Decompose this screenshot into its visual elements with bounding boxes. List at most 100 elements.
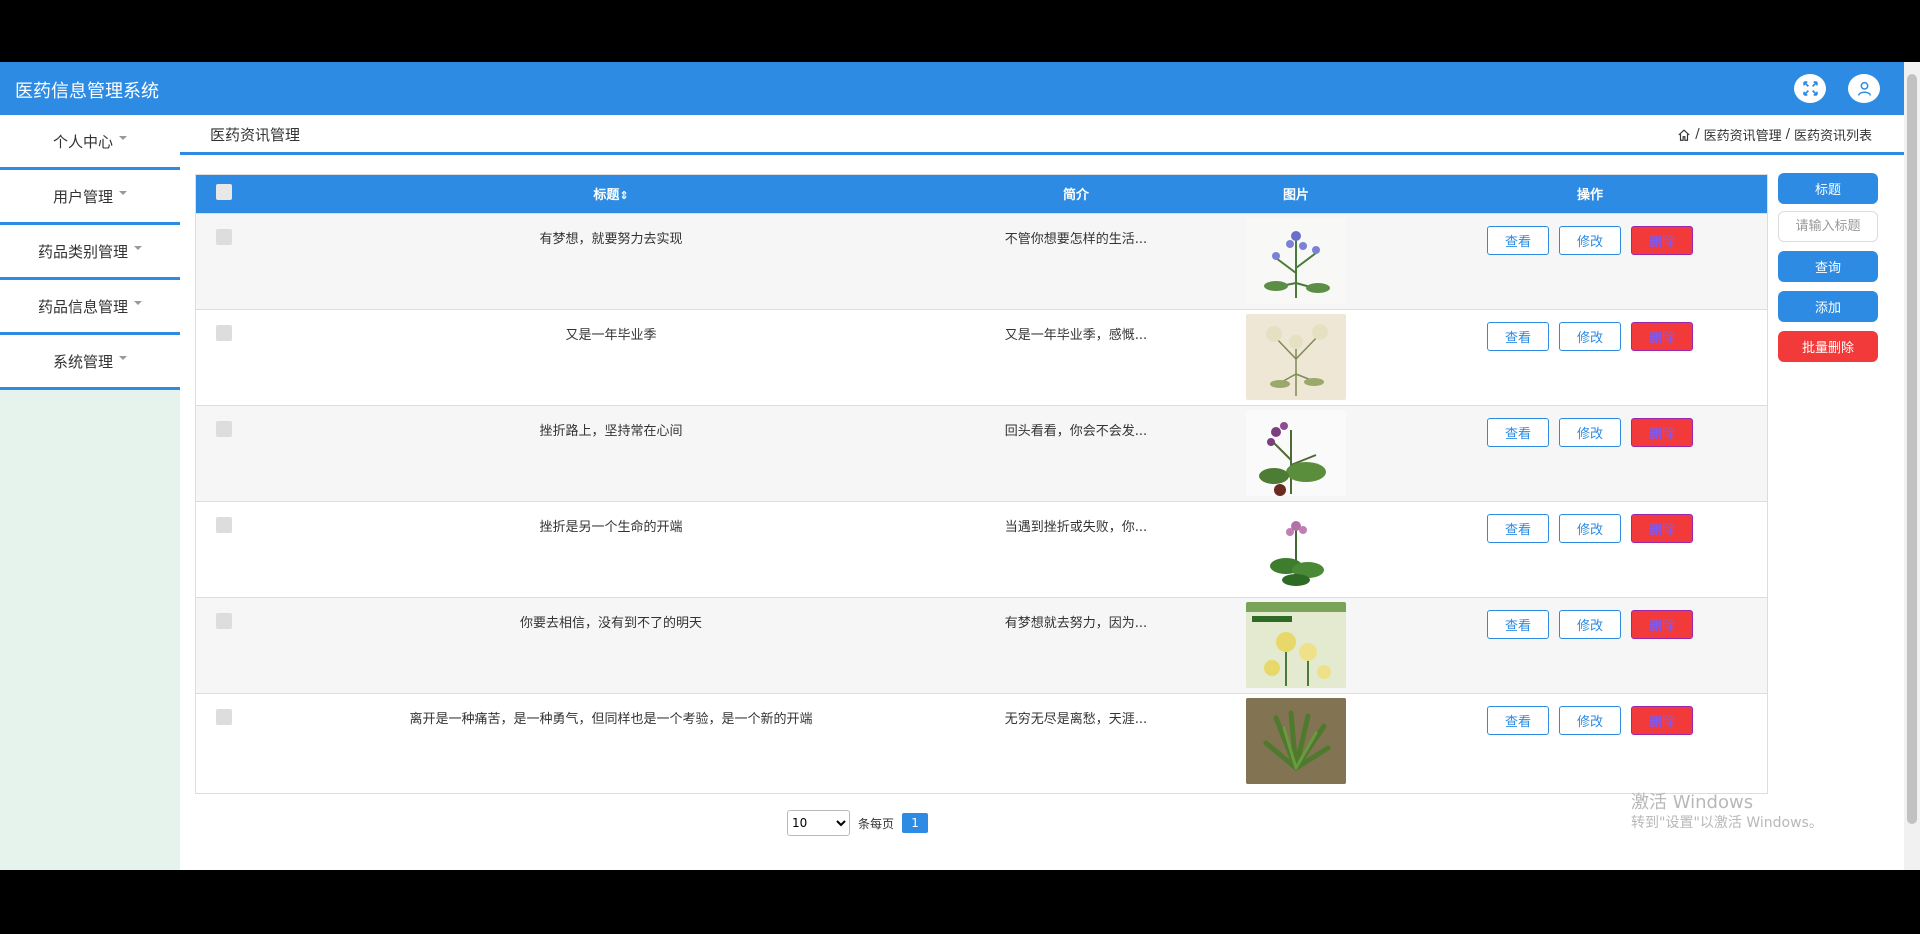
row-image	[1246, 409, 1346, 496]
row-image	[1246, 313, 1346, 400]
sidebar-item-personal-center[interactable]: 个人中心	[0, 115, 180, 170]
column-header-title[interactable]: 标题⇕	[251, 175, 971, 213]
user-button[interactable]	[1848, 74, 1880, 103]
column-header-title-label: 标题	[593, 188, 620, 204]
edit-button[interactable]: 修改	[1559, 321, 1621, 351]
row-summary: 有梦想就去努力，因为...	[1004, 615, 1148, 631]
column-header-action: 操作	[1576, 188, 1603, 204]
row-summary: 又是一年毕业季，感慨...	[1004, 327, 1148, 343]
pagination: 10 条每页 1	[787, 810, 929, 836]
breadcrumb-separator: /	[1785, 127, 1790, 142]
caret-down-icon	[119, 136, 127, 140]
row-summary: 回头看看，你会不会发...	[1004, 423, 1148, 439]
app-title: 医药信息管理系统	[15, 81, 159, 102]
fullscreen-button[interactable]	[1794, 74, 1826, 103]
table-row: 你要去相信，没有到不了的明天 有梦想就去努力，因为... 查看 修改 删除	[196, 597, 1767, 693]
sidebar-item-label: 系统管理	[52, 352, 113, 371]
column-header-summary: 简介	[1062, 188, 1089, 204]
delete-button[interactable]: 删除	[1631, 417, 1693, 447]
table-row: 有梦想，就要努力去实现 不管你想要怎样的生活... 查看 修改 删除	[196, 213, 1767, 309]
top-bar: 医药信息管理系统	[0, 62, 1920, 115]
delete-button[interactable]: 删除	[1631, 225, 1693, 255]
table-row: 挫折是另一个生命的开端 当遇到挫折或失败，你... 查看 修改 删除	[196, 501, 1767, 597]
delete-button[interactable]: 删除	[1631, 513, 1693, 543]
row-image	[1246, 217, 1346, 304]
row-title: 有梦想，就要努力去实现	[539, 231, 683, 247]
batch-delete-button[interactable]: 批量删除	[1778, 331, 1878, 362]
caret-down-icon	[119, 191, 127, 195]
row-title: 你要去相信，没有到不了的明天	[519, 615, 702, 631]
row-summary: 无穷无尽是离愁，天涯...	[1004, 711, 1148, 727]
select-all-checkbox[interactable]	[216, 184, 232, 201]
news-table: 标题⇕ 简介 图片 操作 有梦想，就要努力去实现 不管你想要怎样的生活... 查…	[195, 174, 1768, 794]
home-icon[interactable]	[1677, 128, 1691, 142]
sidebar-item-label: 个人中心	[52, 132, 113, 151]
breadcrumb: / 医药资讯管理 / 医药资讯列表	[1677, 125, 1872, 144]
edit-button[interactable]: 修改	[1559, 417, 1621, 447]
view-button[interactable]: 查看	[1487, 705, 1549, 735]
row-title: 离开是一种痛苦，是一种勇气，但同样也是一个考验，是一个新的开端	[409, 711, 813, 727]
edit-button[interactable]: 修改	[1559, 609, 1621, 639]
row-checkbox[interactable]	[216, 708, 232, 725]
sort-icon: ⇕	[619, 189, 629, 203]
caret-down-icon	[134, 301, 142, 305]
sidebar-item-label: 药品类别管理	[37, 242, 128, 261]
caret-down-icon	[134, 246, 142, 250]
table-row: 离开是一种痛苦，是一种勇气，但同样也是一个考验，是一个新的开端 无穷无尽是离愁，…	[196, 693, 1767, 789]
content-header: 医药资讯管理 / 医药资讯管理 / 医药资讯列表	[180, 115, 1904, 155]
view-button[interactable]: 查看	[1487, 609, 1549, 639]
edit-button[interactable]: 修改	[1559, 225, 1621, 255]
breadcrumb-separator: /	[1695, 127, 1700, 142]
sidebar-item-system[interactable]: 系统管理	[0, 335, 180, 390]
sidebar-item-user-management[interactable]: 用户管理	[0, 170, 180, 225]
add-button[interactable]: 添加	[1778, 291, 1878, 322]
page-scrollbar[interactable]	[1904, 62, 1920, 870]
column-header-image: 图片	[1282, 188, 1309, 204]
breadcrumb-item-news-management[interactable]: 医药资讯管理	[1704, 125, 1782, 144]
app-window: 医药信息管理系统 个人中心 用户管理 药品类别管理 药品信息管理 系统管理 医药…	[0, 62, 1920, 870]
delete-button[interactable]: 删除	[1631, 321, 1693, 351]
edit-button[interactable]: 修改	[1559, 705, 1621, 735]
row-image	[1246, 505, 1346, 592]
row-title: 挫折是另一个生命的开端	[539, 519, 683, 535]
row-checkbox[interactable]	[216, 420, 232, 437]
row-image	[1246, 697, 1346, 784]
search-field-label: 标题	[1778, 173, 1878, 204]
row-checkbox[interactable]	[216, 612, 232, 629]
page-size-select[interactable]: 10	[787, 810, 850, 836]
edit-button[interactable]: 修改	[1559, 513, 1621, 543]
breadcrumb-item-news-list: 医药资讯列表	[1793, 129, 1872, 144]
user-icon	[1857, 81, 1871, 96]
delete-button[interactable]: 删除	[1631, 609, 1693, 639]
row-summary: 不管你想要怎样的生活...	[1004, 231, 1148, 247]
scrollbar-thumb[interactable]	[1907, 74, 1917, 824]
table-row: 又是一年毕业季 又是一年毕业季，感慨... 查看 修改 删除	[196, 309, 1767, 405]
sidebar: 个人中心 用户管理 药品类别管理 药品信息管理 系统管理	[0, 115, 180, 870]
activation-watermark-title: 激活 Windows	[1631, 792, 1754, 813]
delete-button[interactable]: 删除	[1631, 705, 1693, 735]
sidebar-item-label: 药品信息管理	[37, 297, 128, 316]
table-header-row: 标题⇕ 简介 图片 操作	[196, 175, 1767, 213]
activation-watermark-subtitle: 转到"设置"以激活 Windows。	[1631, 815, 1823, 831]
sidebar-item-drug-category[interactable]: 药品类别管理	[0, 225, 180, 280]
row-checkbox[interactable]	[216, 324, 232, 341]
row-title: 又是一年毕业季	[565, 327, 657, 343]
row-image	[1246, 601, 1346, 688]
page-number-1[interactable]: 1	[902, 813, 929, 833]
view-button[interactable]: 查看	[1487, 321, 1549, 351]
row-checkbox[interactable]	[216, 228, 232, 245]
view-button[interactable]: 查看	[1487, 225, 1549, 255]
caret-down-icon	[119, 356, 127, 360]
view-button[interactable]: 查看	[1487, 417, 1549, 447]
search-input[interactable]	[1778, 211, 1878, 242]
per-page-label: 条每页	[858, 816, 895, 831]
sidebar-item-label: 用户管理	[52, 187, 113, 206]
view-button[interactable]: 查看	[1487, 513, 1549, 543]
fullscreen-icon	[1802, 81, 1818, 96]
query-button[interactable]: 查询	[1778, 251, 1878, 282]
row-checkbox[interactable]	[216, 516, 232, 533]
row-summary: 当遇到挫折或失败，你...	[1004, 519, 1148, 535]
sidebar-item-drug-info[interactable]: 药品信息管理	[0, 280, 180, 335]
table-row: 挫折路上，坚持常在心间 回头看看，你会不会发... 查看 修改 删除	[196, 405, 1767, 501]
page-title: 医药资讯管理	[210, 126, 301, 144]
